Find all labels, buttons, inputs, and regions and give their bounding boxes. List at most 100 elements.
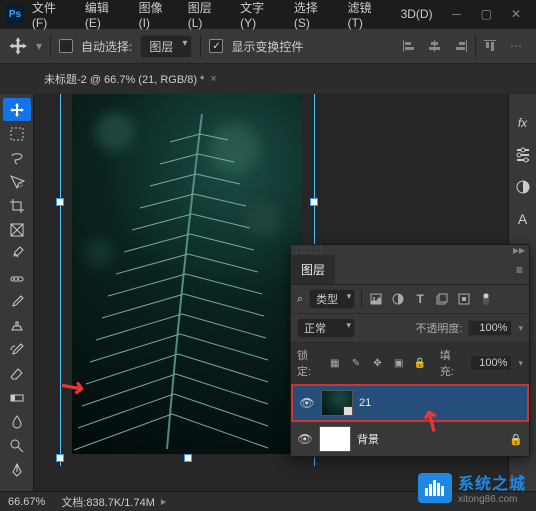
filter-toggle[interactable] <box>478 292 494 306</box>
character-panel-icon[interactable]: A <box>514 210 532 228</box>
lock-all-icon[interactable]: 🔒 <box>412 358 427 369</box>
lock-indicator-icon: 🔒 <box>509 433 523 446</box>
layer-row[interactable]: 👁 背景 🔒 <box>291 422 529 456</box>
properties-panel-icon[interactable] <box>514 146 532 164</box>
watermark-title: 系统之城 <box>458 470 526 494</box>
layer-name[interactable]: 21 <box>359 397 371 409</box>
visibility-toggle[interactable]: 👁 <box>299 396 315 410</box>
frame-tool[interactable] <box>3 218 31 241</box>
gradient-tool[interactable] <box>3 386 31 409</box>
align-center-h-icon[interactable] <box>423 35 447 57</box>
document-canvas[interactable] <box>72 94 302 454</box>
pen-tool[interactable] <box>3 458 31 481</box>
auto-select-checkbox[interactable] <box>59 39 73 53</box>
lasso-tool[interactable] <box>3 146 31 169</box>
close-tab-icon[interactable]: × <box>210 73 216 85</box>
layer-thumbnail[interactable] <box>321 390 353 416</box>
transform-handle[interactable] <box>310 198 318 206</box>
fill-input[interactable]: 100% <box>470 355 513 371</box>
lock-position-icon[interactable]: ✥ <box>370 358 385 369</box>
blend-mode-select[interactable]: 正常 <box>297 318 355 338</box>
blend-opacity-row: 正常 不透明度: 100% ▾ <box>291 314 529 343</box>
layer-filter-row: ⌕ 类型 T <box>291 285 529 314</box>
adjustments-panel-icon[interactable] <box>514 178 532 196</box>
watermark-logo <box>418 473 452 503</box>
lock-label: 锁定: <box>297 347 321 379</box>
show-transform-label: 显示变换控件 <box>231 38 303 55</box>
brush-tool[interactable] <box>3 290 31 313</box>
dodge-tool[interactable] <box>3 434 31 457</box>
blur-tool[interactable] <box>3 410 31 433</box>
lock-transparency-icon[interactable]: ▦ <box>327 358 342 369</box>
auto-select-target[interactable]: 图层 <box>140 35 192 58</box>
document-tab[interactable]: 未标题-2 @ 66.7% (21, RGB/8) * × <box>36 65 225 94</box>
lock-pixels-icon[interactable]: ✎ <box>348 358 363 369</box>
image-content <box>72 94 302 454</box>
menu-filter[interactable]: 滤镜(T) <box>342 0 393 32</box>
transform-handle[interactable] <box>56 198 64 206</box>
fill-label: 填充: <box>440 347 464 379</box>
transform-handle[interactable] <box>56 454 64 462</box>
layer-thumbnail[interactable] <box>319 426 351 452</box>
menu-select[interactable]: 选择(S) <box>288 0 340 32</box>
watermark-url: xitong86.com <box>458 494 526 505</box>
filter-smart-icon[interactable] <box>456 292 472 306</box>
titlebar: Ps 文件(F) 编辑(E) 图像(I) 图层(L) 文字(Y) 选择(S) 滤… <box>0 0 536 28</box>
crop-tool[interactable] <box>3 194 31 217</box>
watermark: 系统之城 xitong86.com <box>418 470 526 505</box>
auto-select-label: 自动选择: <box>81 38 132 55</box>
smart-object-badge <box>343 406 353 416</box>
document-tab-label: 未标题-2 @ 66.7% (21, RGB/8) * <box>44 71 204 87</box>
marquee-tool[interactable] <box>3 122 31 145</box>
panel-grip[interactable]: :::::: ▸▸ <box>291 245 529 255</box>
layers-panel[interactable]: :::::: ▸▸ 图层 ≡ ⌕ 类型 T 正常 不透明度: 100% ▾ 锁定… <box>290 244 530 457</box>
maximize-button[interactable]: ▢ <box>472 3 500 25</box>
menu-image[interactable]: 图像(I) <box>133 0 180 32</box>
quick-select-tool[interactable] <box>3 170 31 193</box>
menu-edit[interactable]: 编辑(E) <box>79 0 131 32</box>
menu-3d[interactable]: 3D(D) <box>395 5 439 23</box>
move-tool-icon <box>8 36 28 56</box>
document-tab-bar: 未标题-2 @ 66.7% (21, RGB/8) * × <box>0 64 536 94</box>
filter-type-icon[interactable]: T <box>412 292 428 306</box>
eyedropper-tool[interactable] <box>3 242 31 265</box>
styles-panel-icon[interactable]: fx <box>514 114 532 132</box>
opacity-input[interactable]: 100% <box>468 320 512 336</box>
filter-shape-icon[interactable] <box>434 292 450 306</box>
more-align-icon[interactable]: ⋯ <box>504 35 528 57</box>
align-right-icon[interactable] <box>449 35 473 57</box>
transform-handle[interactable] <box>184 454 192 462</box>
layer-list: 👁 21 👁 背景 🔒 <box>291 384 529 456</box>
show-transform-checkbox[interactable] <box>209 39 223 53</box>
clone-stamp-tool[interactable] <box>3 314 31 337</box>
layer-name[interactable]: 背景 <box>357 431 379 447</box>
layer-row[interactable]: 👁 21 <box>291 384 529 422</box>
collapse-panel-icon[interactable]: ▸▸ <box>513 243 525 257</box>
opacity-label: 不透明度: <box>415 320 462 336</box>
guide-vertical-left[interactable] <box>60 94 61 466</box>
document-size[interactable]: 文档:838.7K/1.74M <box>61 494 155 510</box>
app-logo: Ps <box>6 5 24 23</box>
toolbox <box>0 94 34 491</box>
visibility-toggle[interactable]: 👁 <box>297 432 313 446</box>
history-brush-tool[interactable] <box>3 338 31 361</box>
minimize-button[interactable]: ─ <box>443 3 471 25</box>
eraser-tool[interactable] <box>3 362 31 385</box>
panel-menu-icon[interactable]: ≡ <box>510 259 529 281</box>
menu-layer[interactable]: 图层(L) <box>182 0 232 32</box>
filter-adjust-icon[interactable] <box>390 292 406 306</box>
layers-tab[interactable]: 图层 <box>291 255 335 284</box>
healing-brush-tool[interactable] <box>3 266 31 289</box>
move-tool[interactable] <box>3 98 31 121</box>
menu-file[interactable]: 文件(F) <box>26 0 77 32</box>
align-left-icon[interactable] <box>397 35 421 57</box>
lock-row: 锁定: ▦ ✎ ✥ ▣ 🔒 填充: 100% ▾ <box>291 343 529 384</box>
filter-kind-select[interactable]: 类型 <box>309 289 355 309</box>
options-bar: ▾ 自动选择: 图层 显示变换控件 ⋯ <box>0 28 536 64</box>
align-top-icon[interactable] <box>478 35 502 57</box>
lock-artboard-icon[interactable]: ▣ <box>391 358 406 369</box>
zoom-value[interactable]: 66.67% <box>8 496 45 508</box>
filter-pixel-icon[interactable] <box>368 292 384 306</box>
menu-type[interactable]: 文字(Y) <box>234 0 286 32</box>
close-button[interactable]: ✕ <box>502 3 530 25</box>
